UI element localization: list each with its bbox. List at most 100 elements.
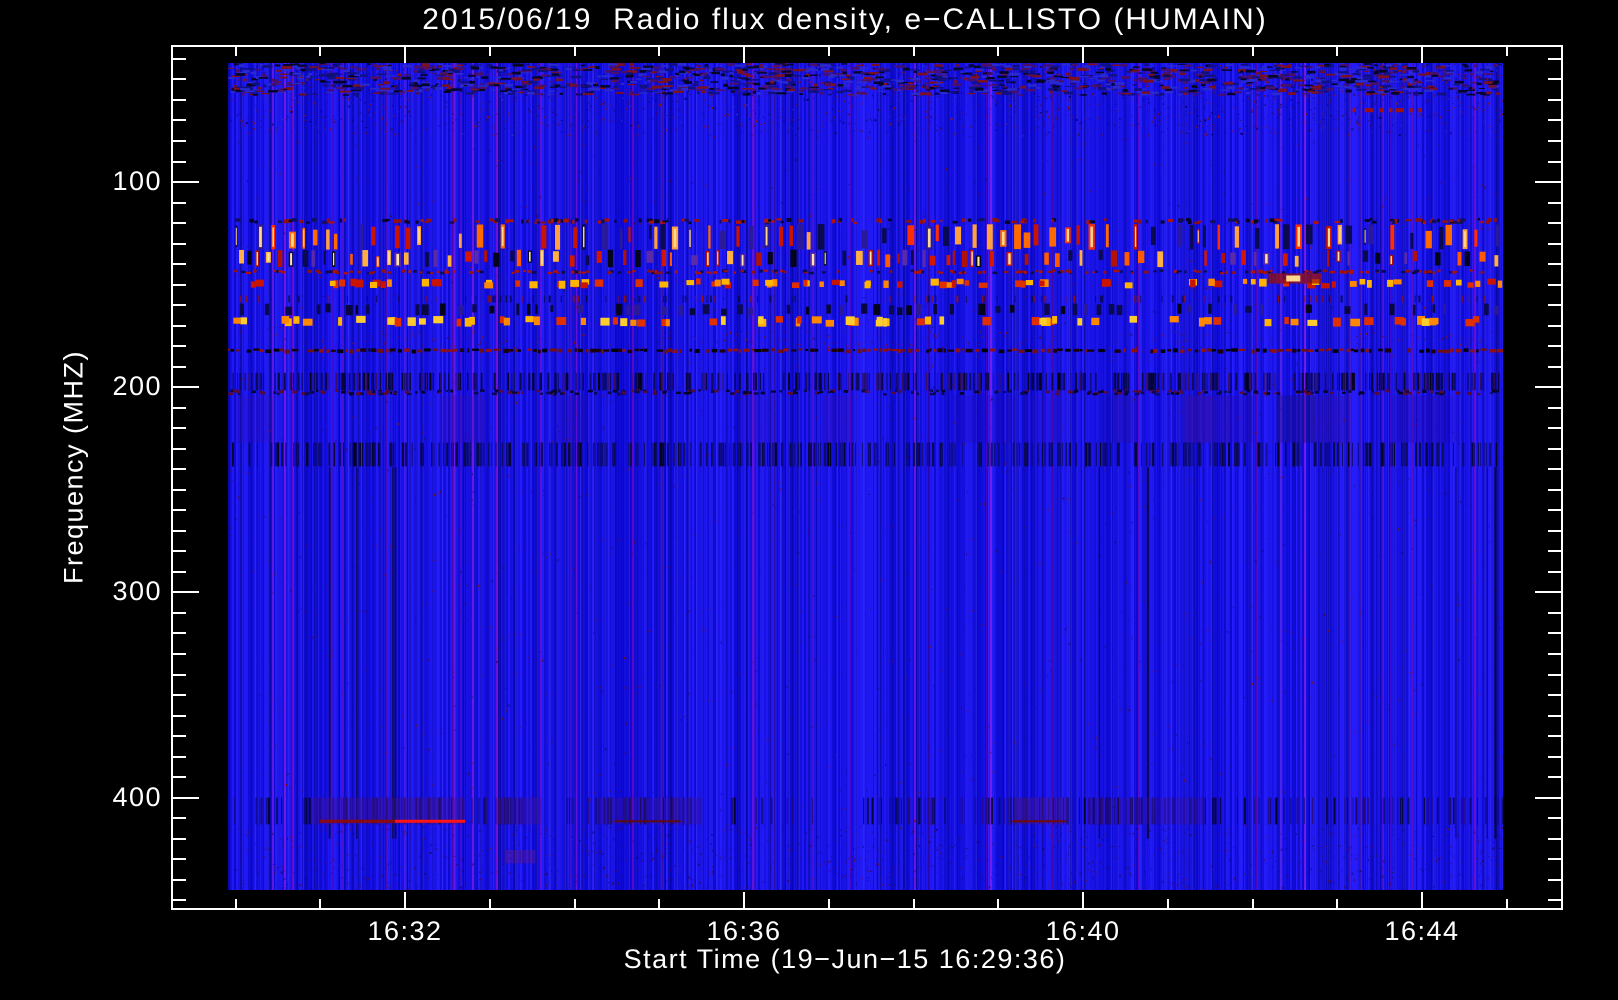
axis-tick (1548, 406, 1561, 409)
axis-tick (1548, 817, 1561, 820)
axis-tick (1548, 98, 1561, 101)
axis-tick (743, 47, 745, 63)
axis-tick (234, 899, 237, 908)
axis-tick (1548, 139, 1561, 142)
y-tick-label: 300 (112, 576, 162, 607)
axis-tick (173, 509, 186, 512)
axis-tick (1548, 632, 1561, 635)
axis-tick (1166, 47, 1169, 56)
axis-tick (827, 47, 830, 56)
axis-tick (1251, 47, 1254, 56)
axis-tick (173, 304, 186, 307)
axis-tick (173, 365, 186, 368)
axis-tick (173, 263, 186, 266)
axis-tick (1336, 899, 1339, 908)
axis-tick (658, 47, 661, 56)
axis-tick (173, 858, 186, 861)
axis-tick (173, 119, 186, 122)
axis-tick (1548, 160, 1561, 163)
axis-tick (1548, 78, 1561, 81)
y-tick-label: 200 (112, 371, 162, 402)
axis-tick (173, 529, 186, 532)
axis-tick (1548, 550, 1561, 553)
axis-tick (173, 591, 199, 594)
axis-tick (173, 714, 186, 717)
axis-tick (1548, 858, 1561, 861)
axis-tick (573, 47, 576, 56)
axis-tick (1548, 673, 1561, 676)
axis-tick (173, 611, 186, 614)
axis-tick (1548, 345, 1561, 348)
axis-tick (173, 201, 186, 204)
axis-tick (827, 899, 830, 908)
axis-tick (1548, 324, 1561, 327)
axis-tick (173, 755, 186, 758)
x-tick-label: 16:44 (1384, 916, 1460, 946)
axis-tick (912, 899, 915, 908)
axis-tick (997, 899, 1000, 908)
chart-title: 2015/06/19 Radio flux density, e−CALLIST… (422, 3, 1268, 36)
axis-tick (173, 181, 199, 184)
axis-tick (173, 570, 186, 573)
axis-tick (1548, 570, 1561, 573)
axis-tick (404, 892, 406, 908)
axis-tick (173, 878, 186, 881)
axis-tick (173, 98, 186, 101)
axis-tick (173, 653, 186, 655)
x-tick-label: 16:32 (367, 916, 443, 946)
axis-tick (234, 47, 237, 56)
axis-tick (488, 47, 491, 56)
y-tick-label: 400 (112, 781, 162, 812)
axis-tick (1505, 899, 1508, 908)
axis-tick (173, 447, 186, 450)
axis-tick (1548, 488, 1561, 491)
axis-tick (173, 735, 186, 738)
axis-tick (1535, 591, 1561, 594)
axis-tick (1535, 796, 1561, 799)
axis-tick (1548, 57, 1561, 60)
axis-tick (1548, 611, 1561, 614)
axis-tick (1548, 755, 1561, 758)
axis-tick (1548, 201, 1561, 204)
axis-tick (743, 892, 745, 908)
axis-tick (173, 427, 186, 430)
axis-tick (997, 47, 1000, 56)
axis-tick (173, 673, 186, 676)
axis-tick (173, 468, 186, 471)
axis-tick (488, 899, 491, 908)
axis-tick (1548, 242, 1561, 245)
axis-tick (1548, 776, 1561, 779)
axis-tick (173, 345, 186, 348)
axis-tick (573, 899, 576, 908)
x-tick-label: 16:40 (1045, 916, 1121, 946)
axis-tick (1082, 47, 1084, 63)
axis-tick (1548, 837, 1561, 840)
axis-tick (1548, 447, 1561, 450)
axis-tick (173, 139, 186, 142)
axis-tick (1336, 47, 1339, 56)
x-axis-label: Start Time (19−Jun−15 16:29:36) (623, 944, 1067, 974)
axis-tick (1082, 892, 1084, 908)
axis-tick (319, 899, 322, 908)
axis-tick (173, 817, 186, 820)
axis-tick (173, 78, 186, 81)
axis-tick (173, 283, 186, 286)
axis-tick (173, 406, 186, 409)
axis-tick (173, 242, 186, 245)
spectrogram-chart: 2015/06/19 Radio flux density, e−CALLIST… (0, 0, 1618, 1000)
axis-tick (173, 324, 186, 327)
axis-tick (173, 160, 186, 163)
axis-tick (1505, 47, 1508, 56)
axis-tick (1548, 283, 1561, 286)
axis-tick (912, 47, 915, 56)
axis-tick (173, 694, 186, 697)
axis-tick (1166, 899, 1169, 908)
axis-tick (1548, 878, 1561, 881)
axis-tick (173, 386, 199, 389)
axis-tick (1548, 304, 1561, 307)
plot-frame (171, 45, 1563, 910)
axis-tick (173, 796, 199, 799)
axis-tick (173, 837, 186, 840)
axis-tick (1251, 899, 1254, 908)
axis-tick (1548, 119, 1561, 122)
